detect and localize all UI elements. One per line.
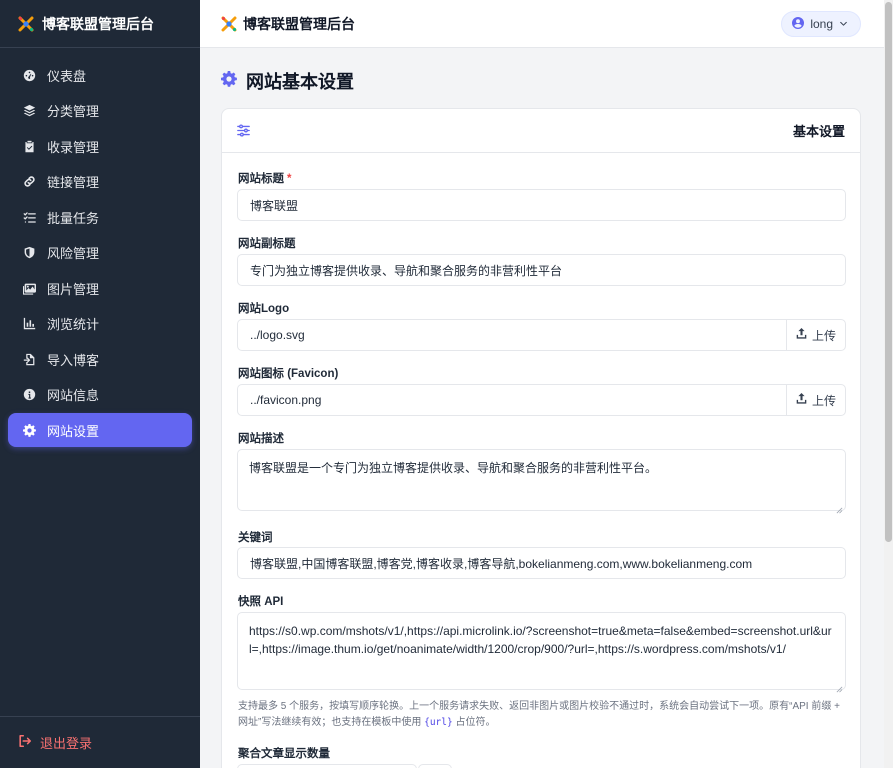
sidebar-nav: 仪表盘 分类管理 收录管理 链接管理 批量任务 风险管理 图片管理 浏览统计 导…: [0, 48, 200, 459]
site-favicon-label: 网站图标 (Favicon): [238, 368, 339, 380]
page-scrollbar[interactable]: [884, 0, 893, 768]
keywords-input[interactable]: 博客联盟,中国博客联盟,博客党,博客收录,博客导航,bokelianmeng.c…: [237, 547, 846, 579]
resize-grip-icon[interactable]: [836, 680, 843, 693]
sidebar-item-label: 批量任务: [47, 210, 100, 226]
sidebar-item-label: 导入博客: [47, 352, 100, 368]
brand-logo-icon: [221, 16, 237, 32]
sidebar-item-label: 收录管理: [47, 139, 100, 155]
snapshot-api-hint: 支持最多 5 个服务，按填写顺序轮换。上一个服务请求失败、返回非图片或图片校验不…: [238, 699, 848, 731]
sidebar-item-stats[interactable]: 浏览统计: [8, 307, 192, 341]
sidebar-item-label: 网站设置: [47, 423, 100, 439]
url-placeholder-code: {url}: [424, 717, 453, 728]
textarea-value: https://s0.wp.com/mshots/v1/,https://api…: [249, 624, 832, 656]
sidebar-brand[interactable]: 博客联盟管理后台: [0, 0, 200, 48]
sidebar-item-categories[interactable]: 分类管理: [8, 94, 192, 128]
upload-icon: [796, 393, 807, 407]
settings-card: 基本设置 网站标题 * 博客联盟 网站副标题 专门为独立博客提供收录、导航和聚合服…: [221, 108, 861, 768]
snapshot-api-textarea[interactable]: https://s0.wp.com/mshots/v1/,https://api…: [237, 612, 846, 693]
hint-text: 占位符。: [452, 717, 496, 728]
topbar-title: 博客联盟管理后台: [243, 15, 355, 32]
sidebar-item-label: 链接管理: [47, 175, 100, 190]
sidebar-item-label: 仪表盘: [47, 68, 87, 84]
info-icon: [22, 388, 36, 402]
sidebar-item-label: 网站信息: [47, 388, 100, 403]
site-description-textarea[interactable]: 博客联盟是一个专门为独立博客提供收录、导航和聚合服务的非营利性平台。: [237, 449, 846, 514]
site-title-label: 网站标题 *: [238, 170, 291, 186]
site-description-label: 网站描述: [238, 433, 284, 445]
site-subtitle-label: 网站副标题: [238, 238, 296, 250]
sidebar-item-images[interactable]: 图片管理: [8, 271, 192, 305]
link-icon: [22, 175, 36, 189]
layers-icon: [22, 104, 36, 118]
sidebar-item-batch-tasks[interactable]: 批量任务: [8, 200, 192, 234]
required-mark: *: [287, 173, 292, 185]
site-subtitle-input[interactable]: 专门为独立博客提供收录、导航和聚合服务的非营利性平台: [237, 254, 846, 286]
scrollbar-thumb[interactable]: [885, 2, 892, 542]
logout-icon: [18, 734, 32, 751]
brand-title: 博客联盟管理后台: [42, 15, 154, 32]
image-icon: [22, 281, 36, 295]
aggregate-count-label: 聚合文章显示数量: [238, 748, 330, 760]
logout-button[interactable]: 退出登录: [0, 716, 200, 768]
topbar: 博客联盟管理后台 long: [200, 0, 884, 48]
sidebar-item-links[interactable]: 链接管理: [8, 165, 192, 199]
site-title-input[interactable]: 博客联盟: [237, 189, 846, 221]
logout-label: 退出登录: [40, 736, 93, 751]
sidebar: 博客联盟管理后台 仪表盘 分类管理 收录管理 链接管理 批量任务 风险管理 图片…: [0, 0, 200, 768]
aggregate-count-input[interactable]: [237, 764, 417, 768]
page-title-text: 网站基本设置: [246, 72, 354, 92]
keywords-label: 关键词: [238, 532, 273, 544]
site-logo-input[interactable]: ../logo.svg: [237, 319, 787, 351]
card-title: 基本设置: [792, 124, 845, 139]
aggregate-count-unit: [418, 764, 452, 768]
sidebar-item-label: 风险管理: [47, 246, 100, 261]
user-avatar-icon: [792, 16, 805, 32]
sliders-icon: [237, 124, 250, 137]
sidebar-item-site-settings[interactable]: 网站设置: [8, 413, 192, 447]
file-import-icon: [22, 352, 36, 366]
brand-logo-icon: [18, 16, 34, 32]
card-header: 基本设置: [222, 109, 860, 153]
favicon-upload-button[interactable]: 上传: [786, 384, 846, 416]
hint-text: 支持最多 5 个服务，按填写顺序轮换。上一个服务请求失败、返回非图片或图片校验不…: [238, 701, 840, 728]
gear-icon: [22, 423, 36, 437]
gear-icon: [221, 70, 237, 92]
sidebar-item-risk[interactable]: 风险管理: [8, 236, 192, 270]
page-title: 网站基本设置: [221, 68, 354, 94]
list-check-icon: [22, 210, 36, 224]
label-text: 网站标题: [238, 173, 284, 185]
logo-upload-button[interactable]: 上传: [786, 319, 846, 351]
upload-icon: [796, 328, 807, 342]
snapshot-api-label: 快照 API: [238, 596, 284, 608]
shield-icon: [22, 246, 36, 260]
bar-chart-icon: [22, 317, 36, 331]
sidebar-item-label: 图片管理: [47, 281, 100, 297]
upload-label: 上传: [811, 328, 836, 343]
site-favicon-input[interactable]: ../favicon.png: [237, 384, 787, 416]
sidebar-item-submissions[interactable]: 收录管理: [8, 129, 192, 163]
resize-grip-icon[interactable]: [836, 501, 843, 514]
sidebar-item-label: 分类管理: [47, 104, 100, 119]
textarea-value: 博客联盟是一个专门为独立博客提供收录、导航和聚合服务的非营利性平台。: [249, 461, 658, 475]
sidebar-item-site-info[interactable]: 网站信息: [8, 378, 192, 412]
sidebar-item-import[interactable]: 导入博客: [8, 342, 192, 376]
user-name: long: [810, 17, 833, 31]
sidebar-item-label: 浏览统计: [47, 317, 100, 332]
sidebar-item-dashboard[interactable]: 仪表盘: [8, 58, 192, 92]
upload-label: 上传: [811, 393, 836, 408]
clipboard-check-icon: [22, 139, 36, 153]
site-logo-label: 网站Logo: [238, 303, 290, 315]
chevron-down-icon: [839, 17, 848, 31]
dashboard-icon: [22, 68, 36, 82]
user-menu-button[interactable]: long: [781, 11, 861, 37]
